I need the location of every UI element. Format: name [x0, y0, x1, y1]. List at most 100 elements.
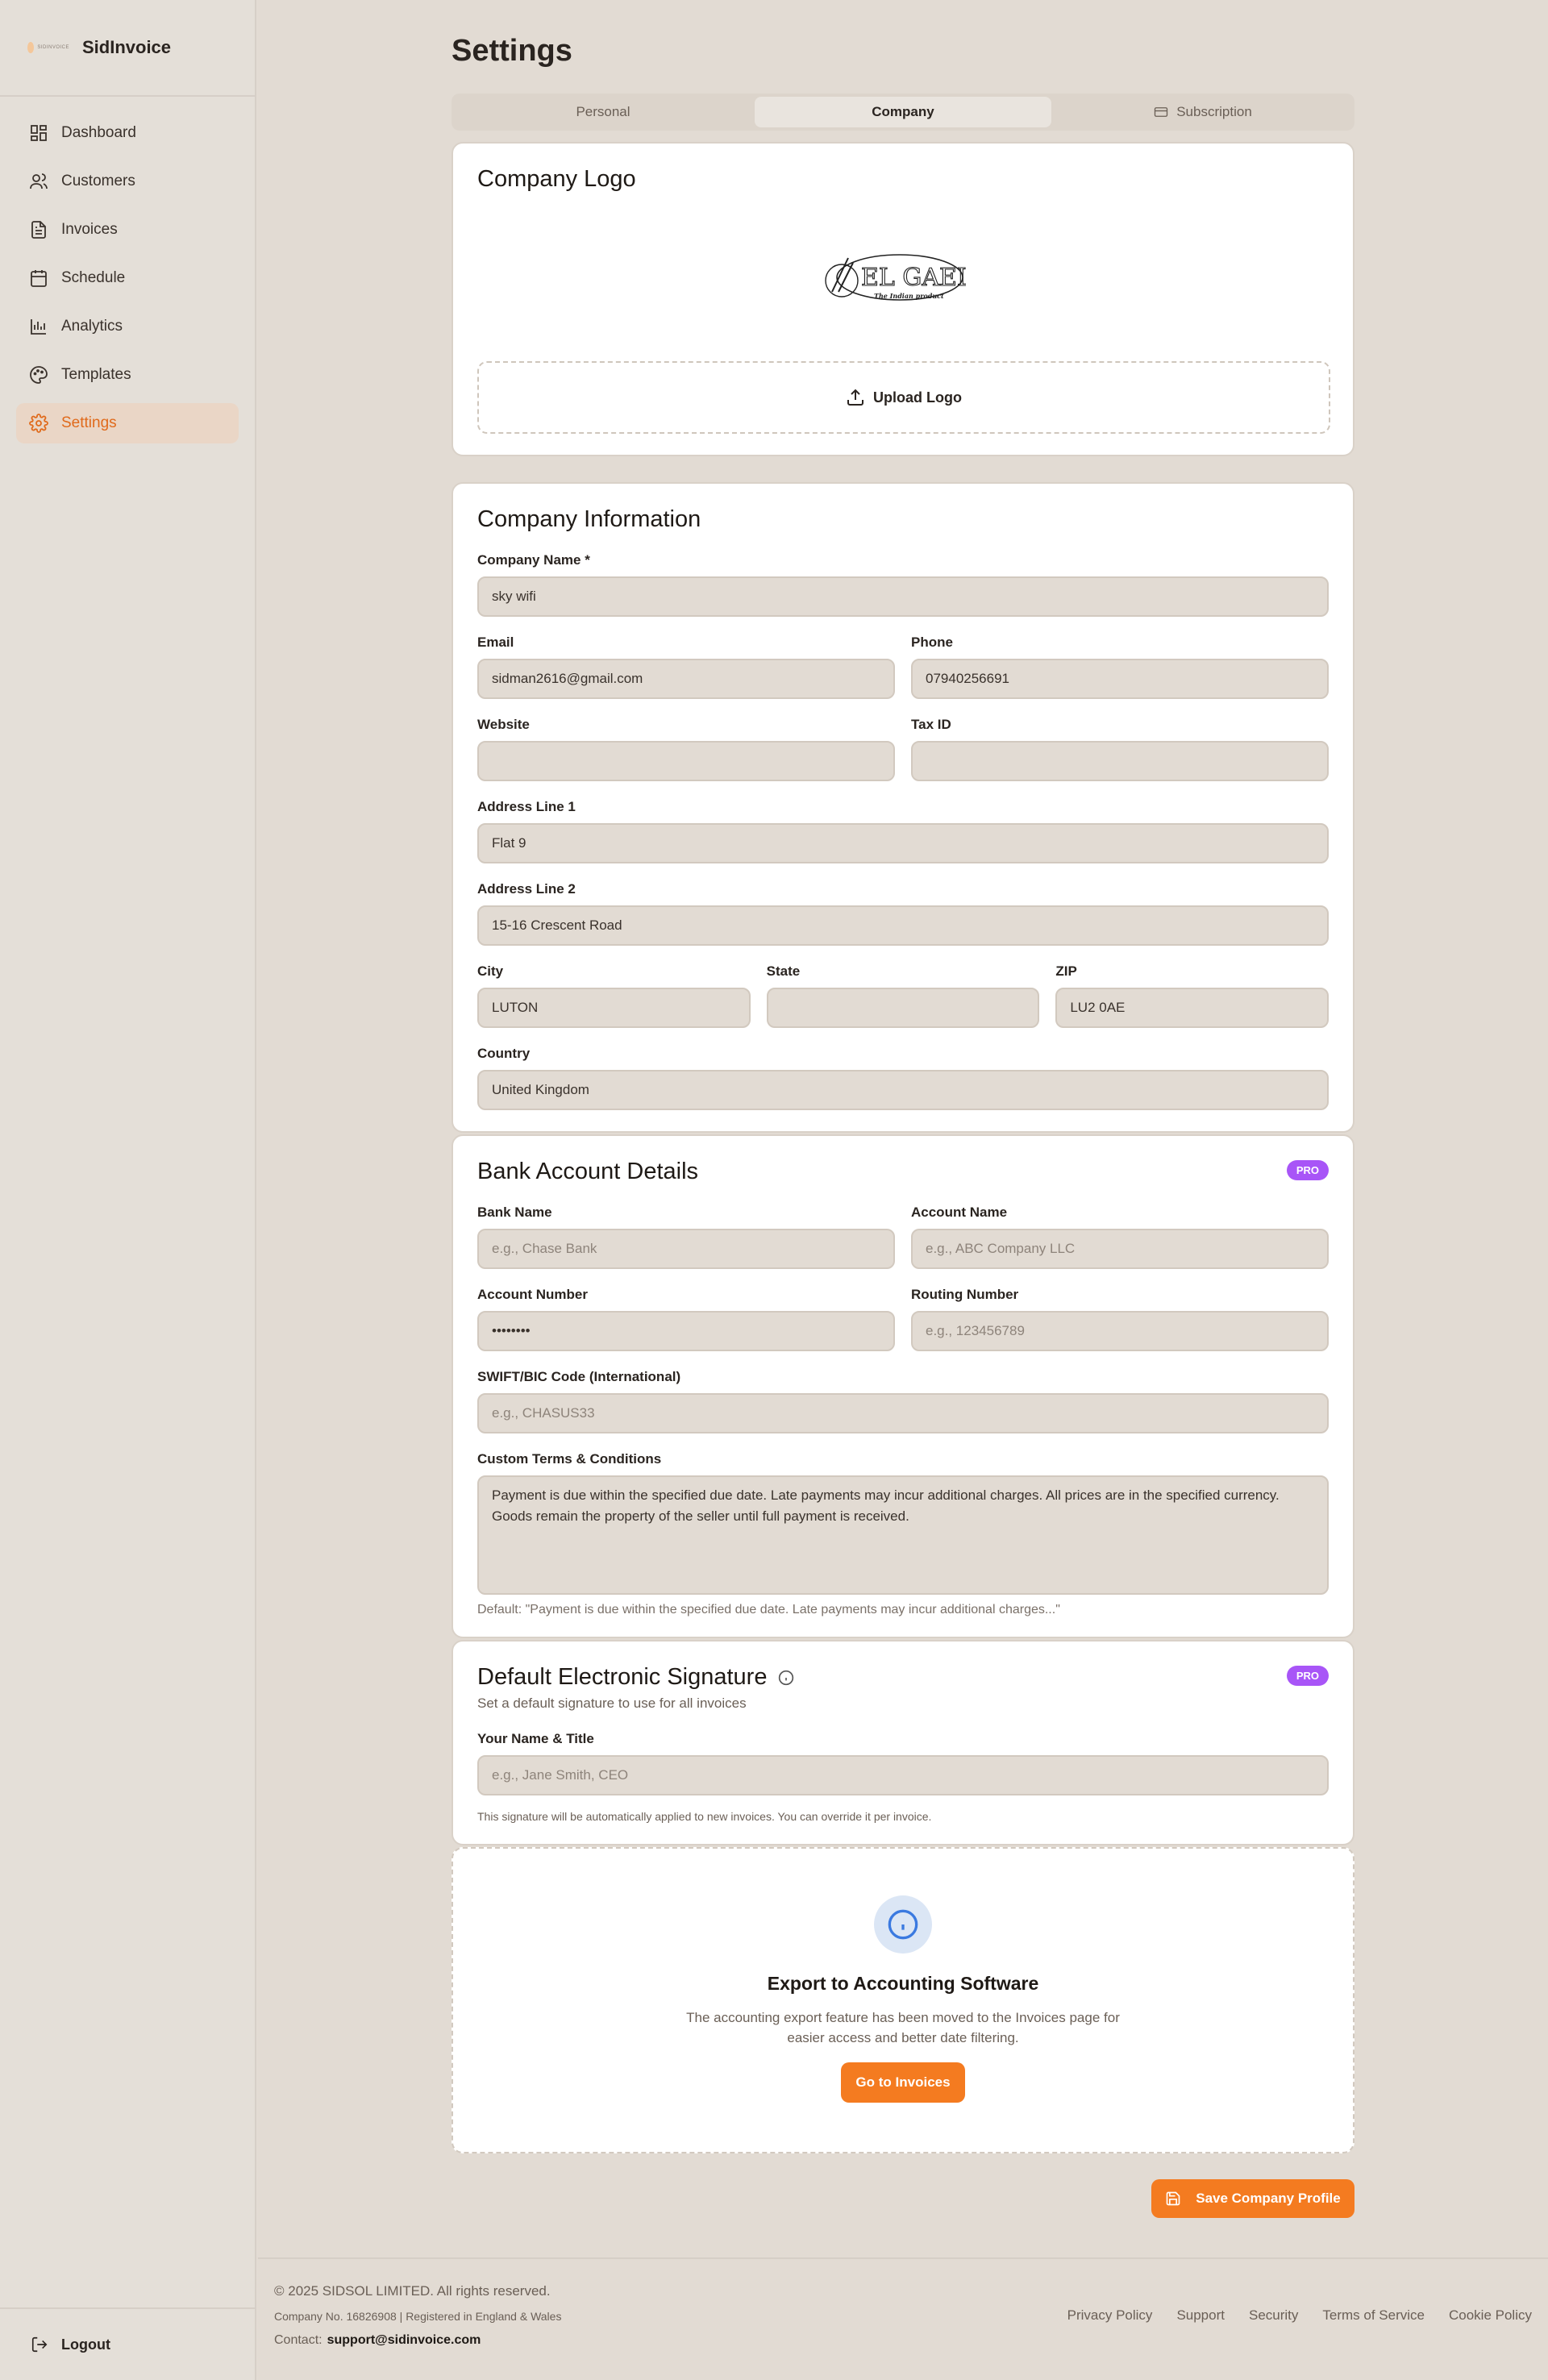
tax-id-label: Tax ID — [911, 717, 951, 732]
sidebar-item-label: Templates — [61, 366, 131, 383]
export-description: The accounting export feature has been m… — [686, 2010, 1120, 2045]
terms-textarea[interactable]: Payment is due within the specified due … — [477, 1475, 1329, 1595]
svg-text:The Indian product: The Indian product — [874, 292, 944, 300]
account-number-field[interactable]: •••••••• — [477, 1311, 895, 1351]
tab-subscription[interactable]: Subscription — [1055, 97, 1351, 127]
cookie-policy-link[interactable]: Cookie Policy — [1449, 2307, 1532, 2324]
company-name-label: Company Name * — [477, 552, 590, 568]
routing-number-field[interactable]: e.g., 123456789 — [911, 1311, 1329, 1351]
app-logo: SIDINVOICE — [27, 39, 69, 56]
terms-label: Custom Terms & Conditions — [477, 1451, 662, 1467]
sidebar-item-label: Schedule — [61, 269, 126, 286]
bank-details-title: Bank Account Details — [477, 1159, 699, 1184]
account-name-field[interactable]: e.g., ABC Company LLC — [911, 1229, 1329, 1269]
bar-chart-icon — [31, 319, 46, 335]
tax-id-field[interactable] — [911, 741, 1329, 781]
pro-badge: PRO — [1286, 1666, 1329, 1686]
logout-button[interactable]: Logout — [0, 2307, 256, 2380]
security-link[interactable]: Security — [1249, 2307, 1298, 2324]
sidebar-item-settings[interactable]: Settings — [16, 403, 239, 443]
company-information-title: Company Information — [477, 506, 701, 532]
export-card: Export to Accounting Software The accoun… — [452, 1847, 1354, 2153]
page-title: Settings — [452, 34, 572, 68]
app-name: SidInvoice — [82, 37, 172, 57]
address-line1-field[interactable]: Flat 9 — [477, 823, 1329, 863]
address-line1-label: Address Line 1 — [477, 799, 576, 814]
dashboard-icon — [31, 125, 47, 141]
export-title: Export to Accounting Software — [767, 1973, 1039, 1994]
footer-links: Privacy Policy Support Security Terms of… — [1067, 2307, 1532, 2324]
zip-label: ZIP — [1055, 963, 1077, 979]
website-label: Website — [477, 717, 530, 732]
save-icon — [1166, 2191, 1180, 2206]
website-field[interactable] — [477, 741, 895, 781]
credit-card-icon — [1155, 107, 1168, 117]
account-number-label: Account Number — [477, 1287, 588, 1302]
company-logo-title: Company Logo — [477, 166, 636, 192]
info-icon[interactable] — [778, 1670, 794, 1686]
users-icon — [30, 173, 48, 189]
terms-of-service-link[interactable]: Terms of Service — [1322, 2307, 1425, 2324]
phone-field[interactable]: 07940256691 — [911, 659, 1329, 699]
tab-personal[interactable]: Personal — [455, 97, 751, 127]
signature-help-text: This signature will be automatically app… — [477, 1810, 932, 1823]
sidebar-item-dashboard[interactable]: Dashboard — [16, 113, 239, 153]
phone-label: Phone — [911, 635, 953, 650]
account-name-label: Account Name — [911, 1205, 1008, 1220]
swift-field[interactable]: e.g., CHASUS33 — [477, 1393, 1329, 1433]
sidebar-nav: Dashboard Customers Invoices Schedule An… — [0, 97, 255, 443]
main-content: Settings Personal Company Subscription C… — [452, 0, 1354, 2218]
contact-text: Contact: support@sidinvoice.com — [274, 2333, 481, 2347]
country-field[interactable]: United Kingdom — [477, 1070, 1329, 1110]
bank-name-label: Bank Name — [477, 1205, 552, 1220]
sidebar-item-label: Customers — [61, 173, 135, 189]
calendar-icon — [31, 270, 47, 287]
palette-icon — [30, 366, 48, 384]
tab-company[interactable]: Company — [755, 97, 1051, 127]
footer: © 2025 SIDSOL LIMITED. All rights reserv… — [258, 2257, 1548, 2380]
registration-text: Company No. 16826908 | Registered in Eng… — [274, 2310, 562, 2323]
save-company-profile-button[interactable]: Save Company Profile — [1151, 2179, 1354, 2218]
company-name-input[interactable]: sky wifi — [477, 576, 1329, 617]
logout-icon — [31, 2336, 48, 2353]
sidebar-item-schedule[interactable]: Schedule — [16, 258, 239, 298]
copyright-text: © 2025 SIDSOL LIMITED. All rights reserv… — [274, 2283, 551, 2299]
sidebar-item-invoices[interactable]: Invoices — [16, 210, 239, 250]
logout-label: Logout — [61, 2336, 110, 2353]
city-label: City — [477, 963, 504, 979]
address-line2-field[interactable]: 15-16 Crescent Road — [477, 905, 1329, 946]
state-field[interactable] — [766, 988, 1040, 1028]
upload-icon — [847, 389, 863, 406]
sidebar-item-label: Analytics — [61, 318, 123, 335]
bank-name-field[interactable]: e.g., Chase Bank — [477, 1229, 895, 1269]
pro-badge: PRO — [1286, 1160, 1329, 1180]
sidebar-item-templates[interactable]: Templates — [16, 355, 239, 395]
signature-subtitle: Set a default signature to use for all i… — [477, 1696, 747, 1711]
signature-card: Default Electronic Signature PRO Set a d… — [452, 1640, 1354, 1845]
zip-field[interactable]: LU2 0AE — [1055, 988, 1330, 1028]
name-title-field[interactable]: e.g., Jane Smith, CEO — [477, 1755, 1329, 1795]
company-information-card: Company Information Company Name * sky w… — [452, 482, 1354, 1133]
email-label: Email — [477, 635, 514, 650]
routing-number-label: Routing Number — [911, 1287, 1019, 1302]
upload-logo-label: Upload Logo — [873, 389, 962, 406]
brand[interactable]: SIDINVOICE SidInvoice — [0, 0, 255, 97]
contact-email-link[interactable]: support@sidinvoice.com — [327, 2333, 481, 2347]
email-field[interactable]: sidman2616@gmail.com — [477, 659, 895, 699]
city-field[interactable]: LUTON — [477, 988, 751, 1028]
sidebar-item-label: Invoices — [61, 221, 118, 238]
svg-text:EL GAEL: EL GAEL — [861, 264, 966, 292]
privacy-policy-link[interactable]: Privacy Policy — [1067, 2307, 1153, 2324]
sidebar-item-customers[interactable]: Customers — [16, 161, 239, 202]
company-logo-card: Company Logo EL GAEL The Indian product … — [452, 142, 1354, 456]
file-text-icon — [31, 221, 46, 239]
swift-label: SWIFT/BIC Code (International) — [477, 1369, 681, 1384]
support-link[interactable]: Support — [1176, 2307, 1225, 2324]
company-logo-image: EL GAEL The Indian product — [825, 254, 966, 301]
upload-logo-button[interactable]: Upload Logo — [477, 361, 1330, 434]
sidebar-item-analytics[interactable]: Analytics — [16, 306, 239, 347]
bank-details-card: Bank Account Details PRO Bank Name e.g.,… — [452, 1134, 1354, 1638]
name-title-label: Your Name & Title — [477, 1731, 594, 1746]
address-line2-label: Address Line 2 — [477, 881, 576, 897]
go-to-invoices-button[interactable]: Go to Invoices — [841, 2062, 965, 2103]
